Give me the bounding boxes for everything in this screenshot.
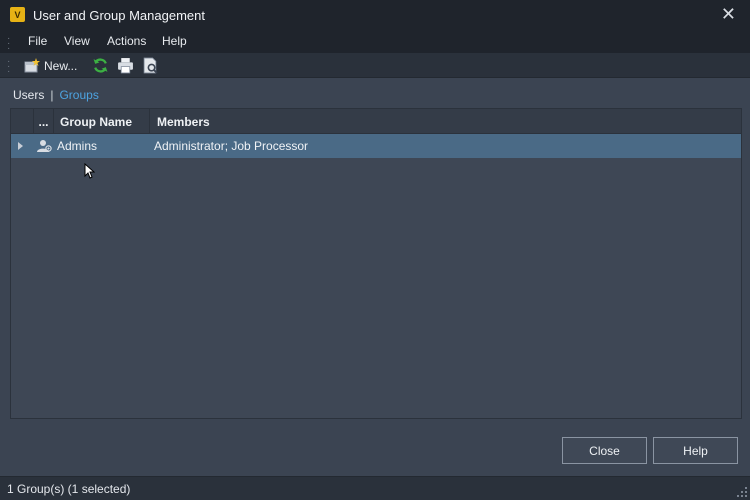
print-preview-icon (143, 57, 158, 74)
table-row[interactable]: Admins Administrator; Job Processor (11, 134, 741, 158)
menu-view[interactable]: View (64, 34, 90, 48)
new-button-label: New... (44, 58, 78, 73)
status-bar: 1 Group(s) (1 selected) (0, 476, 750, 500)
menu-bar: · · · File View Actions Help (0, 30, 750, 54)
app-icon: V (10, 7, 25, 22)
menu-actions[interactable]: Actions (107, 34, 146, 48)
menu-help[interactable]: Help (162, 34, 187, 48)
close-button[interactable]: Close (562, 437, 647, 464)
menu-grip-icon[interactable]: · · · (7, 34, 10, 54)
new-item-icon (24, 57, 40, 72)
column-header-options[interactable]: ... (34, 109, 54, 134)
tab-groups[interactable]: Groups (59, 88, 98, 102)
group-icon-cell (34, 134, 54, 158)
groups-grid[interactable]: ... Group Name Members Admins Administra… (10, 108, 742, 419)
tab-separator: | (50, 88, 54, 102)
user-group-icon (37, 140, 52, 152)
window-title: User and Group Management (33, 8, 205, 23)
view-tabs: Users | Groups (13, 88, 99, 102)
close-window-icon[interactable]: ✕ (721, 5, 736, 23)
column-header-members[interactable]: Members (150, 109, 741, 134)
grid-header: ... Group Name Members (11, 109, 741, 134)
tab-users[interactable]: Users (13, 88, 44, 102)
refresh-button[interactable] (92, 56, 109, 75)
column-header-group-name[interactable]: Group Name (54, 109, 150, 134)
printer-icon (118, 58, 133, 74)
help-button[interactable]: Help (653, 437, 738, 464)
title-bar: V User and Group Management ✕ (0, 0, 750, 30)
print-button[interactable] (117, 56, 134, 75)
resize-grip-icon[interactable] (737, 487, 747, 497)
group-name-cell: Admins (57, 139, 98, 153)
menu-file[interactable]: File (28, 34, 47, 48)
refresh-icon (93, 58, 108, 73)
status-text: 1 Group(s) (1 selected) (7, 482, 131, 496)
row-header-corner (11, 109, 34, 134)
new-button[interactable]: New... (24, 56, 77, 75)
members-cell: Administrator; Job Processor (154, 139, 309, 153)
expand-row-icon[interactable] (18, 142, 23, 150)
print-preview-button[interactable] (142, 56, 159, 75)
toolbar-grip-icon[interactable]: · · · (7, 57, 10, 77)
toolbar: · · · New... (0, 53, 750, 78)
mouse-cursor-icon (84, 163, 95, 179)
